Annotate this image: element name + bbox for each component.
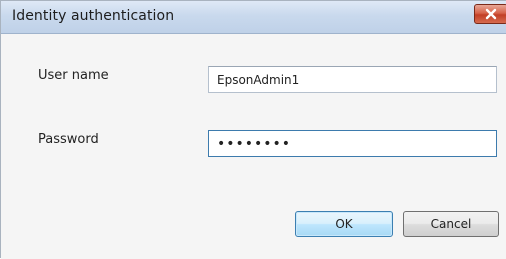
ok-button[interactable]: OK bbox=[295, 211, 393, 237]
dialog-title: Identity authentication bbox=[12, 8, 175, 24]
close-icon bbox=[484, 8, 498, 20]
close-button[interactable] bbox=[474, 4, 506, 24]
username-label: User name bbox=[38, 68, 109, 83]
password-field[interactable] bbox=[208, 130, 497, 157]
cancel-button[interactable]: Cancel bbox=[403, 211, 499, 237]
auth-dialog: Identity authentication User name Passwo… bbox=[0, 0, 506, 259]
dialog-body: User name Password OK Cancel bbox=[1, 34, 506, 259]
username-field[interactable] bbox=[208, 66, 497, 93]
password-label: Password bbox=[38, 132, 99, 147]
title-bar[interactable]: Identity authentication bbox=[1, 1, 506, 34]
